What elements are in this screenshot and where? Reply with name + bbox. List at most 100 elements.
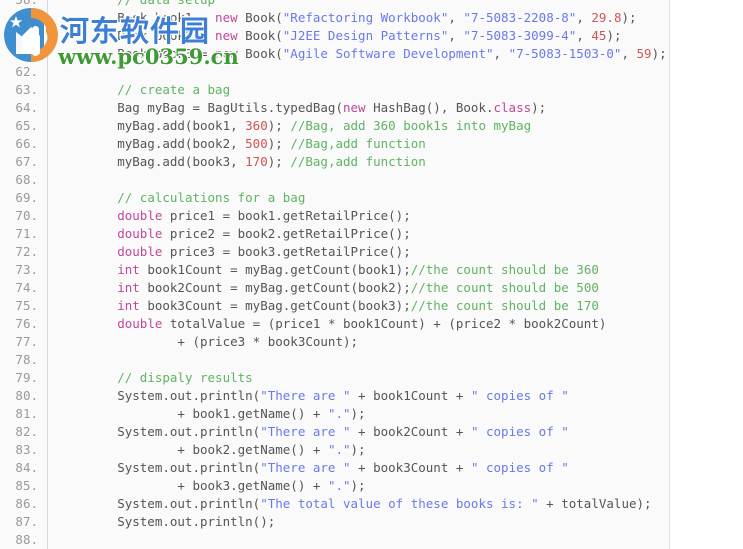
code-line[interactable]: 64. Bag myBag = BagUtils.typedBag(new Ha… [0, 99, 669, 117]
code-line[interactable]: 69. // calculations for a bag [0, 189, 669, 207]
line-number: 62. [0, 63, 48, 81]
code-line[interactable]: 66. myBag.add(book2, 500); //Bag,add fun… [0, 135, 669, 153]
line-content[interactable]: + book3.getName() + "."); [48, 477, 669, 495]
code-line[interactable]: 71. double price2 = book2.getRetailPrice… [0, 225, 669, 243]
line-content[interactable]: int book2Count = myBag.getCount(book2);/… [48, 279, 669, 297]
token-keyword: new [215, 46, 238, 61]
code-line[interactable]: 74. int book2Count = myBag.getCount(book… [0, 279, 669, 297]
code-line[interactable]: 73. int book1Count = myBag.getCount(book… [0, 261, 669, 279]
token-comment: //the count should be 170 [410, 298, 599, 313]
token-plain: ); [350, 406, 366, 421]
line-content[interactable]: myBag.add(book2, 500); //Bag,add functio… [48, 135, 669, 153]
line-content[interactable]: System.out.println("There are " + book3C… [48, 459, 669, 477]
token-comment: //the count should be 360 [410, 262, 599, 277]
code-line[interactable]: 84. System.out.println("There are " + bo… [0, 459, 669, 477]
code-line[interactable]: 68. [0, 171, 669, 189]
token-plain: + totalValue); [538, 496, 652, 511]
token-keyword: double [117, 244, 163, 259]
token-plain: System.out.println(); [57, 514, 276, 529]
line-number: 77. [0, 333, 48, 351]
line-content[interactable]: Book book1 = new Book("Refactoring Workb… [48, 9, 669, 27]
line-content[interactable]: // calculations for a bag [48, 189, 669, 207]
code-line[interactable]: 75. int book3Count = myBag.getCount(book… [0, 297, 669, 315]
token-plain: , [576, 10, 592, 25]
line-content[interactable]: System.out.println("There are " + book2C… [48, 423, 669, 441]
code-line[interactable]: 78. [0, 351, 669, 369]
line-number: 71. [0, 225, 48, 243]
token-plain: myBag.add(book2, [57, 136, 246, 151]
code-line[interactable]: 70. double price1 = book1.getRetailPrice… [0, 207, 669, 225]
code-line[interactable]: 58. // data setup [0, 0, 669, 9]
token-comment: //Bag, add 360 book1s into myBag [290, 118, 532, 133]
token-string: "There are " [260, 460, 351, 475]
line-content[interactable]: System.out.println("The total value of t… [48, 495, 669, 513]
line-content[interactable]: System.out.println(); [48, 513, 669, 531]
token-string: " copies of " [470, 460, 569, 475]
line-content[interactable]: double price2 = book2.getRetailPrice(); [48, 225, 669, 243]
code-line[interactable]: 72. double price3 = book3.getRetailPrice… [0, 243, 669, 261]
token-plain: book3Count = myBag.getCount(book3); [139, 298, 411, 313]
line-content[interactable]: System.out.println("There are " + book1C… [48, 387, 669, 405]
line-content[interactable]: + book1.getName() + "."); [48, 405, 669, 423]
code-line[interactable]: 80. System.out.println("There are " + bo… [0, 387, 669, 405]
line-content[interactable]: // data setup [48, 0, 669, 9]
code-line[interactable]: 63. // create a bag [0, 81, 669, 99]
code-line[interactable]: 87. System.out.println(); [0, 513, 669, 531]
token-plain: ); [606, 28, 622, 43]
token-plain: Book( [237, 10, 283, 25]
code-line[interactable]: 60. Book book2 = new Book("J2EE Design P… [0, 27, 669, 45]
line-content[interactable]: double price1 = book1.getRetailPrice(); [48, 207, 669, 225]
line-content[interactable]: Book book2 = new Book("J2EE Design Patte… [48, 27, 669, 45]
token-number: 360 [245, 118, 268, 133]
token-string: " copies of " [470, 424, 569, 439]
code-line[interactable]: 65. myBag.add(book1, 360); //Bag, add 36… [0, 117, 669, 135]
line-content[interactable]: + (price3 * book3Count); [48, 333, 669, 351]
code-line[interactable]: 83. + book2.getName() + "."); [0, 441, 669, 459]
code-line[interactable]: 62. [0, 63, 669, 81]
line-number: 59. [0, 9, 48, 27]
code-line[interactable]: 82. System.out.println("There are " + bo… [0, 423, 669, 441]
token-string: " copies of " [470, 388, 569, 403]
token-plain: , [493, 46, 509, 61]
line-content[interactable]: int book1Count = myBag.getCount(book1);/… [48, 261, 669, 279]
code-line[interactable]: 76. double totalValue = (price1 * book1C… [0, 315, 669, 333]
token-plain: + book1.getName() + [57, 406, 328, 421]
code-line[interactable]: 79. // dispaly results [0, 369, 669, 387]
line-content[interactable]: myBag.add(book1, 360); //Bag, add 360 bo… [48, 117, 669, 135]
code-line[interactable]: 77. + (price3 * book3Count); [0, 333, 669, 351]
line-content[interactable]: double totalValue = (price1 * book1Count… [48, 315, 669, 333]
code-line[interactable]: 86. System.out.println("The total value … [0, 495, 669, 513]
line-content[interactable]: // dispaly results [48, 369, 669, 387]
line-content[interactable]: myBag.add(book3, 170); //Bag,add functio… [48, 153, 669, 171]
line-number: 61. [0, 45, 48, 63]
code-editor-pane[interactable]: 58. // data setup59. Book book1 = new Bo… [0, 0, 670, 549]
code-line[interactable]: 61. Book book3 = new Book("Agile Softwar… [0, 45, 669, 63]
line-number: 64. [0, 99, 48, 117]
token-keyword: double [117, 226, 163, 241]
line-content[interactable]: Bag myBag = BagUtils.typedBag(new HashBa… [48, 99, 669, 117]
code-line[interactable]: 67. myBag.add(book3, 170); //Bag,add fun… [0, 153, 669, 171]
line-content[interactable]: + book2.getName() + "."); [48, 441, 669, 459]
code-line[interactable]: 85. + book3.getName() + "."); [0, 477, 669, 495]
token-comment: // data setup [117, 0, 215, 7]
token-keyword: double [117, 208, 163, 223]
code-line[interactable]: 81. + book1.getName() + "."); [0, 405, 669, 423]
line-number: 85. [0, 477, 48, 495]
token-number: 45 [591, 28, 607, 43]
line-number: 78. [0, 351, 48, 369]
code-line[interactable]: 88. [0, 531, 669, 549]
line-content[interactable]: double price3 = book3.getRetailPrice(); [48, 243, 669, 261]
code-line[interactable]: 59. Book book1 = new Book("Refactoring W… [0, 9, 669, 27]
line-content[interactable]: Book book3 = new Book("Agile Software De… [48, 45, 669, 63]
token-comment: //Bag,add function [290, 136, 426, 151]
token-number: 59 [636, 46, 652, 61]
line-content[interactable]: // create a bag [48, 81, 669, 99]
line-content[interactable]: int book3Count = myBag.getCount(book3);/… [48, 297, 669, 315]
line-number: 84. [0, 459, 48, 477]
token-keyword: new [215, 28, 238, 43]
token-plain: + book3Count + [350, 460, 471, 475]
token-plain: myBag.add(book1, [57, 118, 246, 133]
